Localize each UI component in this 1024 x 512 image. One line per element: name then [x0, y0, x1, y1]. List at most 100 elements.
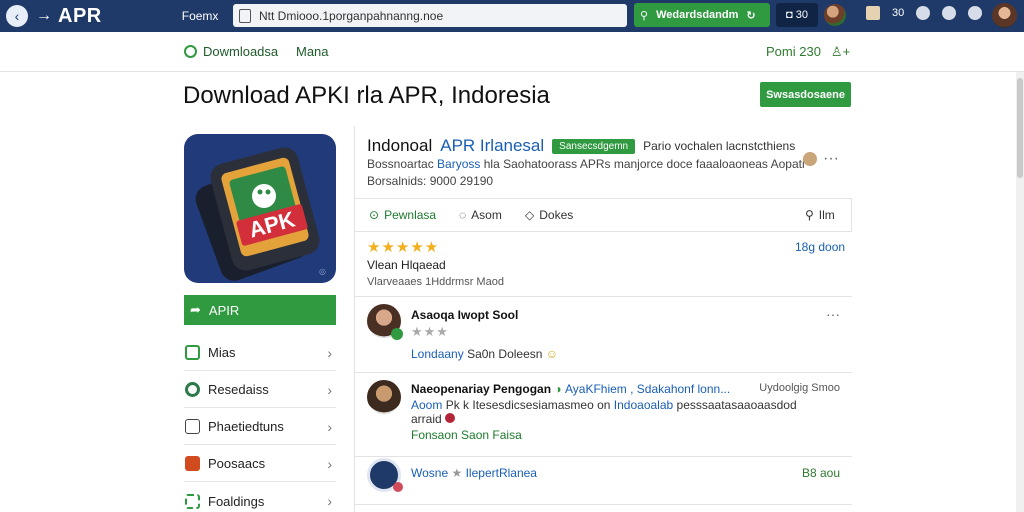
info-version: Vlean Hlqaead — [367, 258, 446, 272]
sidebar-item-resedaiss[interactable]: Resedaiss › — [184, 372, 336, 408]
downloads-link[interactable]: Dowmloadsa — [184, 44, 278, 59]
sidebar-item-foaldings[interactable]: Foaldings › — [184, 483, 336, 512]
desc-part-c: hla Saohatoorass APRs manjorce doce faaa… — [483, 157, 805, 171]
app-description: Bossnoartac Baryoss hla Saohatoorass APR… — [367, 157, 805, 171]
scrollbar-thumb[interactable] — [1017, 78, 1023, 178]
settings-icon[interactable] — [968, 6, 983, 20]
points-label: Pomi 230 — [766, 44, 821, 59]
secondary-nav: Dowmloadsa Mana Pomi 230 ♙+ — [0, 32, 1024, 72]
user-avatar[interactable] — [824, 4, 846, 26]
reviewer-avatar-small[interactable] — [803, 152, 817, 166]
tab-search[interactable]: ⚲ Ilm — [805, 208, 835, 222]
info-details: Vlarveaaes 1Hddrmsr Maod — [367, 276, 504, 288]
app-extra-text: Pario vochalen lacnstcthiens — [643, 139, 796, 153]
lock-icon — [239, 8, 251, 23]
chevron-right-icon: › — [327, 344, 332, 361]
forward-arrow-icon[interactable]: → — [36, 7, 52, 25]
check-square-icon — [185, 345, 200, 360]
page-title: Download APKI rla APR, Indoresia — [183, 82, 550, 109]
chevron-right-icon: › — [327, 381, 332, 398]
camera-count: 30 — [795, 9, 808, 21]
gamepad-icon — [185, 456, 200, 471]
review-meta: B8 aou — [801, 466, 840, 480]
camera-button[interactable]: ◘ 30 — [776, 3, 818, 27]
review-body: Pk k Itesesdicsesiamasmeo on — [445, 398, 611, 412]
user-plus-icon: ♙+ — [830, 44, 851, 59]
globe-icon[interactable] — [916, 6, 931, 20]
divider — [355, 504, 852, 505]
reviewer-name[interactable]: Asaoqa Iwopt Sool — [411, 308, 518, 322]
review-item: Naeopenariay Pengogan ◑ AyaKFhiem , Sdak… — [355, 372, 852, 456]
search-button-label: Wedardsdandm — [656, 9, 739, 21]
mana-label: Mana — [296, 44, 329, 59]
photo-count: 30 — [892, 7, 905, 19]
review-body: Sa0n Doleesn — [467, 347, 543, 361]
more-icon[interactable]: ··· — [823, 150, 839, 168]
profile-avatar[interactable] — [992, 3, 1017, 28]
share-icon: ➦ — [190, 302, 201, 317]
tab-label: Asom — [471, 208, 502, 222]
star-icon: ★ — [451, 466, 463, 480]
search-button[interactable]: ⚲ Wedardsdandm ↻ — [634, 3, 770, 27]
review-meta: Uydoolgig Smoo — [759, 382, 840, 394]
rating-count[interactable]: 18g doon — [795, 240, 845, 254]
tab-download[interactable]: ⊙ Pewnlasa — [369, 208, 436, 222]
sidebar-item-mias[interactable]: Mias › — [184, 335, 336, 371]
sidebar-item-poosaacs[interactable]: Poosaacs › — [184, 446, 336, 482]
edit-icon — [185, 419, 200, 434]
desc-link[interactable]: Baryoss — [437, 157, 480, 171]
review-action-link[interactable]: Fonsaon Saon Faisa — [411, 428, 522, 442]
search-icon: ⚲ — [805, 208, 814, 222]
refresh-icon: ↻ — [746, 9, 756, 22]
sidebar-item-label: Mias — [208, 345, 236, 360]
tab-dokes[interactable]: ◇ Dokes — [525, 208, 573, 222]
location-icon[interactable] — [942, 6, 957, 20]
reviewer-row: Naeopenariay Pengogan ◑ AyaKFhiem , Sdak… — [411, 382, 730, 396]
tag-icon: ◇ — [525, 208, 535, 222]
brand-logo[interactable]: APR — [58, 5, 102, 28]
back-button[interactable]: ‹ — [6, 5, 28, 27]
reviewer-avatar[interactable] — [367, 380, 401, 414]
tab-asom[interactable]: ◌ Asom — [459, 208, 502, 222]
reviewer-name[interactable]: Wosne — [411, 466, 448, 480]
app-icon: APK ◎ — [184, 134, 336, 283]
reviewer-name[interactable]: Naeopenariay Pengogan — [411, 382, 551, 396]
more-icon[interactable]: ··· — [826, 306, 840, 322]
app-detail-panel: Indonoal APR Irlanesal Sansecsdgemn Pari… — [354, 126, 852, 512]
review-link[interactable]: Indoaoalab — [614, 398, 673, 412]
points-indicator[interactable]: Pomi 230 ♙+ — [766, 44, 850, 60]
app-stats: Borsalnids: 9000 29190 — [367, 174, 494, 188]
review-tags[interactable]: AyaKFhiem , Sdakahonf lonn... — [565, 382, 730, 396]
search-icon: ⚲ — [640, 9, 649, 22]
flag-icon — [445, 413, 456, 423]
review-link[interactable]: IlepertRlanea — [466, 466, 537, 480]
downloads-label: Dowmloadsa — [203, 44, 279, 59]
review-stars: ★★★ — [411, 324, 449, 339]
svg-text:◎: ◎ — [319, 267, 326, 276]
tab-label: Dokes — [539, 208, 574, 222]
sidebar-item-label: Resedaiss — [208, 382, 269, 397]
sidebar-item-apr[interactable]: ➦ APIR — [184, 295, 336, 325]
sidebar-item-phaetiedtuns[interactable]: Phaetiedtuns › — [184, 409, 336, 445]
download-icon: ⊙ — [369, 208, 380, 222]
star-rating: ★★★★★ — [367, 239, 440, 256]
puzzle-icon — [185, 493, 200, 509]
url-bar[interactable]: Ntt Dmiooo.1porganpahnanng.noe — [233, 4, 627, 27]
review-text: Aoom Pk k Itesesdicsesiamasmeo on Indoao… — [411, 398, 797, 412]
review-text-cont: arraid — [411, 412, 456, 426]
download-icon — [184, 45, 197, 58]
chevron-right-icon: › — [327, 418, 332, 435]
emoji-icon: ☺ — [545, 347, 559, 361]
review-link[interactable]: Aoom — [411, 398, 442, 412]
mana-link[interactable]: Mana — [296, 44, 329, 59]
tab-label: Pewnlasa — [384, 208, 437, 222]
review-body: arraid — [411, 412, 442, 426]
app-name-suffix[interactable]: APR Irlanesal — [440, 136, 544, 156]
tab-bar: ⊙ Pewnlasa ◌ Asom ◇ Dokes ⚲ Ilm — [355, 198, 852, 232]
review-link[interactable]: Londaany — [411, 347, 464, 361]
forum-link[interactable]: Foemx — [182, 9, 219, 23]
photo-icon[interactable] — [866, 6, 880, 20]
download-button[interactable]: Swsasdosaene — [760, 82, 851, 107]
sidebar-item-label: Poosaacs — [208, 456, 266, 471]
tab-label: Ilm — [818, 208, 835, 222]
